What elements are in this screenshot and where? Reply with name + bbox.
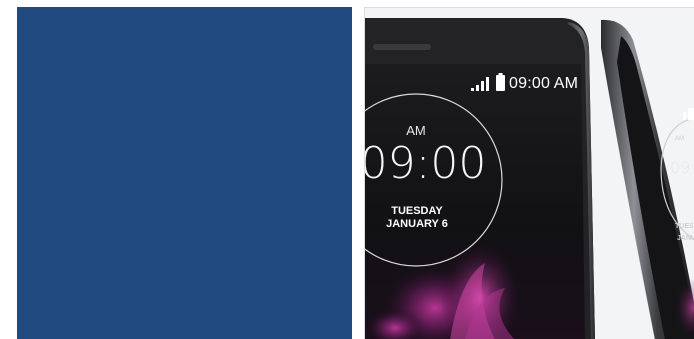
- page: 09:0 TUESD JANUA AM 09:00 AM AM 09:00 TU…: [0, 0, 694, 339]
- svg-text:AM: AM: [675, 136, 684, 142]
- svg-text:09:0: 09:0: [670, 158, 694, 177]
- blue-color-panel: [17, 7, 352, 339]
- phone-product-photo: 09:0 TUESD JANUA AM 09:00 AM AM 09:00 TU…: [364, 7, 694, 339]
- clock-day: TUESDAY: [391, 205, 443, 217]
- battery-icon: [496, 73, 505, 91]
- clock-date: JANUARY 6: [386, 218, 448, 230]
- status-bar-time: 09:00 AM: [509, 75, 579, 92]
- svg-text:JANUA: JANUA: [677, 235, 694, 242]
- clock-meridiem: AM: [406, 123, 426, 138]
- svg-text:TUESD: TUESD: [675, 223, 694, 230]
- clock-time: 09:00: [364, 138, 487, 189]
